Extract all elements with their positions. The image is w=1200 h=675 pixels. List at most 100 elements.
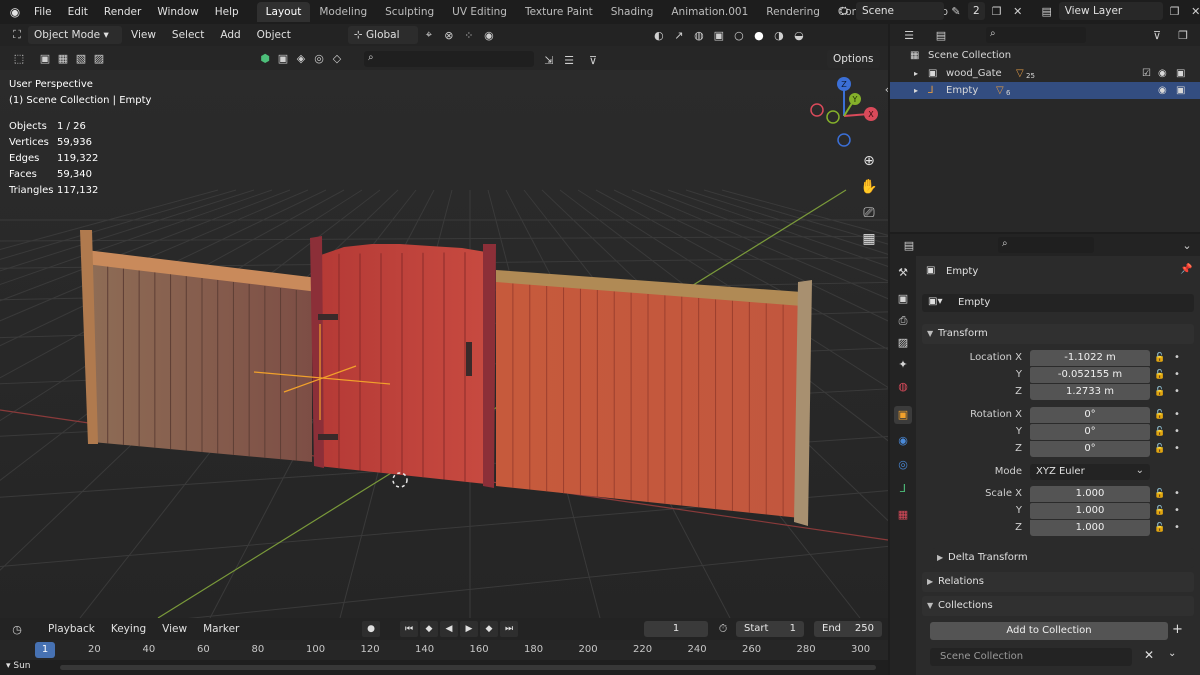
- scene-users-count[interactable]: 2: [968, 2, 985, 20]
- navigation-gizmo[interactable]: Z X Y: [805, 76, 883, 152]
- add-to-collection-button[interactable]: Add to Collection: [930, 622, 1168, 640]
- camera-view-icon[interactable]: ⎚: [858, 202, 880, 224]
- tab-uv-editing[interactable]: UV Editing: [443, 2, 516, 22]
- constraints-tab-icon[interactable]: ⅃: [894, 480, 912, 498]
- shading-rendered-icon[interactable]: ◒: [790, 26, 808, 44]
- keyframe-dot-icon[interactable]: •: [1174, 503, 1180, 519]
- keyframe-dot-icon[interactable]: •: [1174, 486, 1180, 502]
- timeline-editor-type-icon[interactable]: ◷: [8, 620, 26, 638]
- keyframe-dot-icon[interactable]: •: [1174, 424, 1180, 440]
- pin-icon[interactable]: 📌: [1180, 264, 1192, 275]
- modifier-tab-icon[interactable]: ◉: [894, 432, 912, 450]
- keyframe-dot-icon[interactable]: •: [1174, 407, 1180, 423]
- lock-icon[interactable]: 🔓: [1154, 367, 1165, 383]
- timeline-ruler[interactable]: 20 40 60 80 100 120 140 160 180 200 220 240 260 280 30…: [0, 640, 888, 660]
- select-intersect-icon[interactable]: ▨: [90, 49, 108, 67]
- object-type-mesh-icon[interactable]: ⬢: [256, 49, 274, 67]
- options-dropdown[interactable]: Options: [827, 50, 880, 68]
- delta-transform-panel-header[interactable]: ▶ Delta Transform: [932, 548, 1194, 568]
- view-filter-icon[interactable]: ⇲: [540, 51, 558, 69]
- viewport-search-input[interactable]: ⌕: [364, 51, 534, 67]
- editor-type-icon[interactable]: ⛶: [8, 26, 26, 44]
- collections-panel-header[interactable]: ▼ Collections: [922, 596, 1194, 616]
- scene-tab-icon[interactable]: ✦: [894, 356, 912, 374]
- menu-help[interactable]: Help: [207, 0, 247, 24]
- outliner-row-scene-collection[interactable]: ▦ Scene Collection: [890, 47, 1200, 64]
- visibility-icon[interactable]: ◐: [650, 26, 668, 44]
- new-collection-icon[interactable]: ❐: [1174, 26, 1192, 44]
- camera-render-icon[interactable]: ▣: [1176, 82, 1185, 99]
- transform-panel-header[interactable]: ▼ Transform: [922, 324, 1194, 344]
- play-button[interactable]: ▶: [460, 621, 478, 637]
- close-icon[interactable]: ✕: [1144, 648, 1154, 662]
- camera-filter-icon[interactable]: ◎: [310, 49, 328, 67]
- menu-view[interactable]: View: [124, 24, 163, 46]
- shading-wireframe-icon[interactable]: ○: [730, 26, 748, 44]
- menu-timeline-view[interactable]: View: [154, 623, 195, 635]
- menu-select[interactable]: Select: [165, 24, 211, 46]
- tab-rendering[interactable]: Rendering: [757, 2, 829, 22]
- lock-icon[interactable]: 🔓: [1154, 503, 1165, 519]
- render-tab-icon[interactable]: ▣: [894, 290, 912, 308]
- expand-arrow-icon[interactable]: ▸: [914, 82, 918, 99]
- outliner-editor-type-icon[interactable]: ☰: [900, 26, 918, 44]
- view-layer-icon[interactable]: ▤: [1038, 2, 1056, 20]
- view-layer-field[interactable]: View Layer: [1058, 2, 1163, 20]
- timeline-scrollbar[interactable]: [60, 665, 876, 670]
- lock-icon[interactable]: 🔓: [1154, 424, 1165, 440]
- menu-render[interactable]: Render: [96, 0, 149, 24]
- jump-start-button[interactable]: ⏮: [400, 621, 418, 637]
- collection-name-field[interactable]: Scene Collection: [930, 648, 1132, 666]
- blender-logo-icon[interactable]: ◉: [4, 5, 26, 19]
- outliner-row-empty[interactable]: ▸ ⅃ Empty ▽ 6 ◉ ▣: [890, 82, 1200, 99]
- 3d-viewport[interactable]: ⛶ Object Mode ▾ View Select Add Object ⊹…: [0, 24, 888, 618]
- keyframe-dot-icon[interactable]: •: [1174, 441, 1180, 457]
- tab-sculpting[interactable]: Sculpting: [376, 2, 443, 22]
- frame-end-field[interactable]: End 250: [814, 621, 882, 637]
- select-tool-icon[interactable]: ⬚: [10, 49, 28, 67]
- scale-z-field[interactable]: 1.000: [1030, 520, 1150, 536]
- tool-tab-icon[interactable]: ⚒: [894, 264, 912, 282]
- keyframe-dot-icon[interactable]: •: [1174, 350, 1180, 366]
- relations-panel-header[interactable]: ▶ Relations: [922, 572, 1194, 592]
- camera-render-icon[interactable]: ▣: [1176, 65, 1185, 82]
- location-x-field[interactable]: -1.1022 m: [1030, 350, 1150, 366]
- menu-window[interactable]: Window: [149, 0, 206, 24]
- outliner-filter-icon[interactable]: ⊽: [1148, 26, 1166, 44]
- expand-arrow-icon[interactable]: ▸: [914, 65, 918, 82]
- menu-keying[interactable]: Keying: [103, 623, 154, 635]
- proportional-edit-icon[interactable]: ◉: [480, 26, 498, 44]
- record-button[interactable]: ●: [362, 621, 380, 637]
- next-keyframe-button[interactable]: ◆: [480, 621, 498, 637]
- menu-file[interactable]: File: [26, 0, 60, 24]
- output-tab-icon[interactable]: ⎙: [894, 312, 912, 330]
- shading-solid-icon[interactable]: ●: [750, 26, 768, 44]
- menu-add[interactable]: Add: [213, 24, 247, 46]
- scene-icon[interactable]: ⛭: [835, 2, 853, 20]
- jump-end-button[interactable]: ⏭: [500, 621, 518, 637]
- snap-icon[interactable]: ⊗: [440, 26, 458, 44]
- xray-icon[interactable]: ▣: [710, 26, 728, 44]
- keyframe-dot-icon[interactable]: •: [1174, 384, 1180, 400]
- new-scene-icon[interactable]: ❐: [988, 2, 1006, 20]
- empty-filter-icon[interactable]: ◇: [328, 49, 346, 67]
- outliner-search-input[interactable]: ⌕: [986, 27, 1086, 43]
- filter-funnel-icon[interactable]: ⊽: [584, 51, 602, 69]
- location-z-field[interactable]: 1.2733 m: [1030, 384, 1150, 400]
- timeline-track-area[interactable]: ▾ Sun: [0, 660, 888, 675]
- checkbox-icon[interactable]: ☑: [1142, 65, 1151, 82]
- playhead-frame[interactable]: 1: [35, 642, 55, 658]
- mode-dropdown[interactable]: Object Mode ▾: [28, 26, 122, 44]
- pan-hand-icon[interactable]: ✋: [858, 176, 880, 198]
- play-reverse-button[interactable]: ◀: [440, 621, 458, 637]
- rotation-y-field[interactable]: 0°: [1030, 424, 1150, 440]
- frame-start-field[interactable]: Start 1: [736, 621, 804, 637]
- menu-edit[interactable]: Edit: [60, 0, 96, 24]
- tab-texture-paint[interactable]: Texture Paint: [516, 2, 602, 22]
- gizmo-toggle-icon[interactable]: ↗: [670, 26, 688, 44]
- location-y-field[interactable]: -0.052155 m: [1030, 367, 1150, 383]
- lock-icon[interactable]: 🔓: [1154, 407, 1165, 423]
- ortho-grid-icon[interactable]: ▦: [858, 228, 880, 250]
- properties-editor-type-icon[interactable]: ▤: [900, 236, 918, 254]
- tab-animation[interactable]: Animation.001: [662, 2, 757, 22]
